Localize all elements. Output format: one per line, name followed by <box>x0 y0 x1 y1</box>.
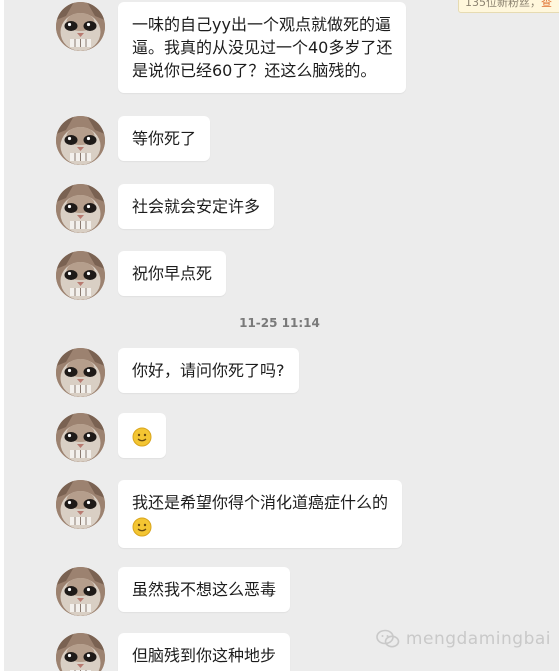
avatar[interactable] <box>56 251 105 300</box>
message-text: 我还是希望你得个消化道癌症什么的 <box>132 493 389 512</box>
message-bubble[interactable]: 你好，请问你死了吗? <box>118 348 299 393</box>
message-bubble[interactable]: 祝你早点死 <box>118 251 227 296</box>
message-bubble[interactable]: 但脑残到你这种地步 <box>118 633 291 671</box>
watermark: mengdamingbai <box>376 629 551 649</box>
avatar[interactable] <box>56 184 105 233</box>
avatar[interactable] <box>56 2 105 51</box>
message-bubble[interactable]: 我还是希望你得个消化道癌症什么的 <box>118 480 403 548</box>
message-row: 祝你早点死 <box>56 251 227 300</box>
message-text: 社会就会安定许多 <box>132 197 261 216</box>
message-text: 逼。我真的从没见过一个40多岁了还 <box>132 38 393 57</box>
message-text: 你好，请问你死了吗? <box>132 361 285 380</box>
smile-emoji-icon <box>132 516 152 537</box>
message-bubble[interactable]: 一味的自己yy出一个观点就做死的逼 逼。我真的从没见过一个40多岁了还 是说你已… <box>118 2 407 93</box>
message-text: 但脑残到你这种地步 <box>132 646 277 665</box>
message-text: 虽然我不想这么恶毒 <box>132 580 277 599</box>
cat-avatar-icon <box>56 480 105 529</box>
message-row: 你好，请问你死了吗? <box>56 348 299 397</box>
watermark-text: mengdamingbai <box>405 629 551 649</box>
cat-avatar-icon <box>56 2 105 51</box>
message-row: 等你死了 <box>56 116 211 165</box>
avatar[interactable] <box>56 480 105 529</box>
message-row <box>56 413 166 462</box>
message-bubble[interactable]: 社会就会安定许多 <box>118 184 275 229</box>
message-bubble[interactable] <box>118 413 166 458</box>
notification-link[interactable]: 查 <box>541 0 552 9</box>
cat-avatar-icon <box>56 633 105 671</box>
avatar[interactable] <box>56 633 105 671</box>
notification-text: 135位新粉丝， <box>465 0 541 9</box>
new-followers-notification[interactable]: 135位新粉丝，查 <box>458 0 559 13</box>
cat-avatar-icon <box>56 348 105 397</box>
cat-avatar-icon <box>56 567 105 616</box>
message-row: 一味的自己yy出一个观点就做死的逼 逼。我真的从没见过一个40多岁了还 是说你已… <box>56 2 407 93</box>
emoji-line <box>132 514 388 537</box>
smile-emoji-icon <box>132 426 152 447</box>
avatar[interactable] <box>56 348 105 397</box>
cat-avatar-icon <box>56 413 105 462</box>
wechat-icon <box>376 629 400 648</box>
message-bubble[interactable]: 等你死了 <box>118 116 211 161</box>
message-row: 虽然我不想这么恶毒 <box>56 567 291 616</box>
cat-avatar-icon <box>56 251 105 300</box>
message-row: 社会就会安定许多 <box>56 184 275 233</box>
message-text: 是说你已经60了？还这么脑残的。 <box>132 61 377 80</box>
avatar[interactable] <box>56 413 105 462</box>
timestamp: 11-25 11:14 <box>239 316 320 330</box>
cat-avatar-icon <box>56 116 105 165</box>
chat-panel: 一味的自己yy出一个观点就做死的逼 逼。我真的从没见过一个40多岁了还 是说你已… <box>4 0 559 671</box>
cat-avatar-icon <box>56 184 105 233</box>
message-text: 祝你早点死 <box>132 264 213 283</box>
message-text: 一味的自己yy出一个观点就做死的逼 <box>132 15 391 34</box>
avatar[interactable] <box>56 567 105 616</box>
message-text: 等你死了 <box>132 129 197 148</box>
avatar[interactable] <box>56 116 105 165</box>
message-row: 我还是希望你得个消化道癌症什么的 <box>56 480 403 548</box>
message-bubble[interactable]: 虽然我不想这么恶毒 <box>118 567 291 612</box>
message-row: 但脑残到你这种地步 <box>56 633 291 671</box>
